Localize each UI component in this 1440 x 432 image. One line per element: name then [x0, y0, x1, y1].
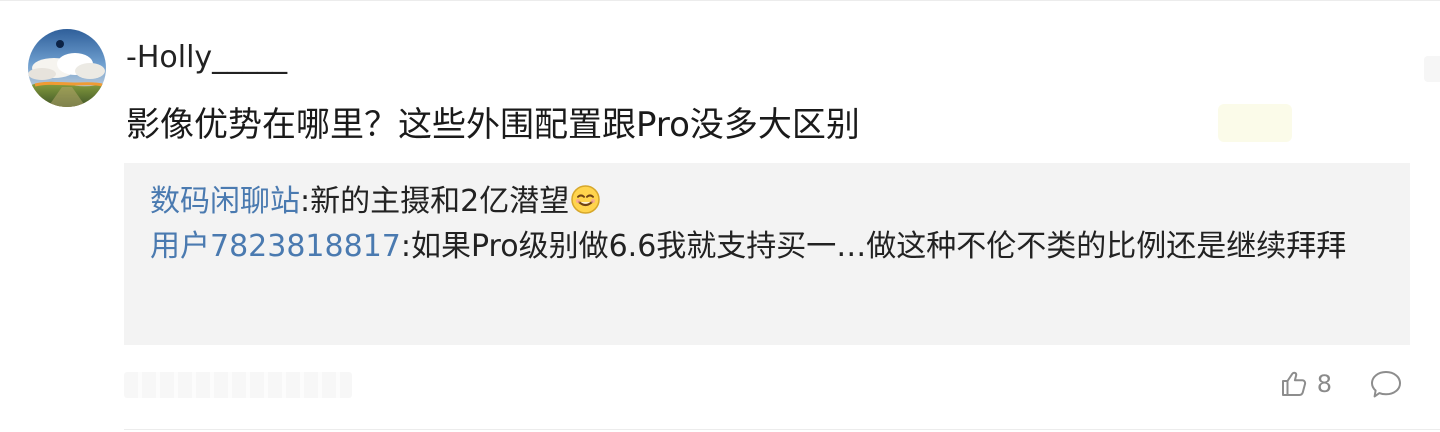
reply-item: 用户7823818817:如果Pro级别做6.6我就支持买一…做这种不伦不类的比… — [150, 224, 1384, 269]
comment-text: 影像优势在哪里？这些外围配置跟Pro没多大区别 — [126, 105, 860, 145]
comment-actions: 8 — [1279, 366, 1402, 402]
right-edge-mark — [1424, 56, 1440, 82]
smile-emoji-icon — [570, 183, 601, 214]
reply-thread: 数码闲聊站:新的主摄和2亿潜望 用户7823818817:如果Pro级别做6.6… — [124, 163, 1410, 345]
reply-author-link[interactable]: 用户7823818817 — [150, 229, 401, 264]
reply-author-link[interactable]: 数码闲聊站 — [150, 184, 300, 219]
reply-text: 如果Pro级别做6.6我就支持买一…做这种不伦不类的比例还是继续拜拜 — [410, 229, 1347, 264]
like-button[interactable]: 8 — [1279, 369, 1332, 399]
landscape-avatar-icon — [28, 29, 106, 107]
comment-timestamp — [124, 372, 352, 398]
faint-highlight — [1218, 104, 1292, 142]
username-link[interactable]: -Holly_____ — [126, 38, 287, 78]
reply-separator: : — [300, 184, 311, 219]
reply-separator: : — [400, 229, 411, 264]
top-divider — [0, 0, 1440, 1]
thumbs-up-icon — [1279, 369, 1309, 399]
bottom-divider — [124, 429, 1440, 430]
reply-item: 数码闲聊站:新的主摄和2亿潜望 — [150, 179, 1384, 224]
comment-bubble-icon[interactable] — [1370, 369, 1402, 399]
like-count: 8 — [1316, 370, 1332, 398]
comment-card: -Holly_____ 影像优势在哪里？这些外围配置跟Pro没多大区别 数码闲聊… — [0, 0, 1440, 432]
reply-text: 新的主摄和2亿潜望 — [310, 184, 570, 219]
avatar[interactable] — [28, 29, 106, 107]
